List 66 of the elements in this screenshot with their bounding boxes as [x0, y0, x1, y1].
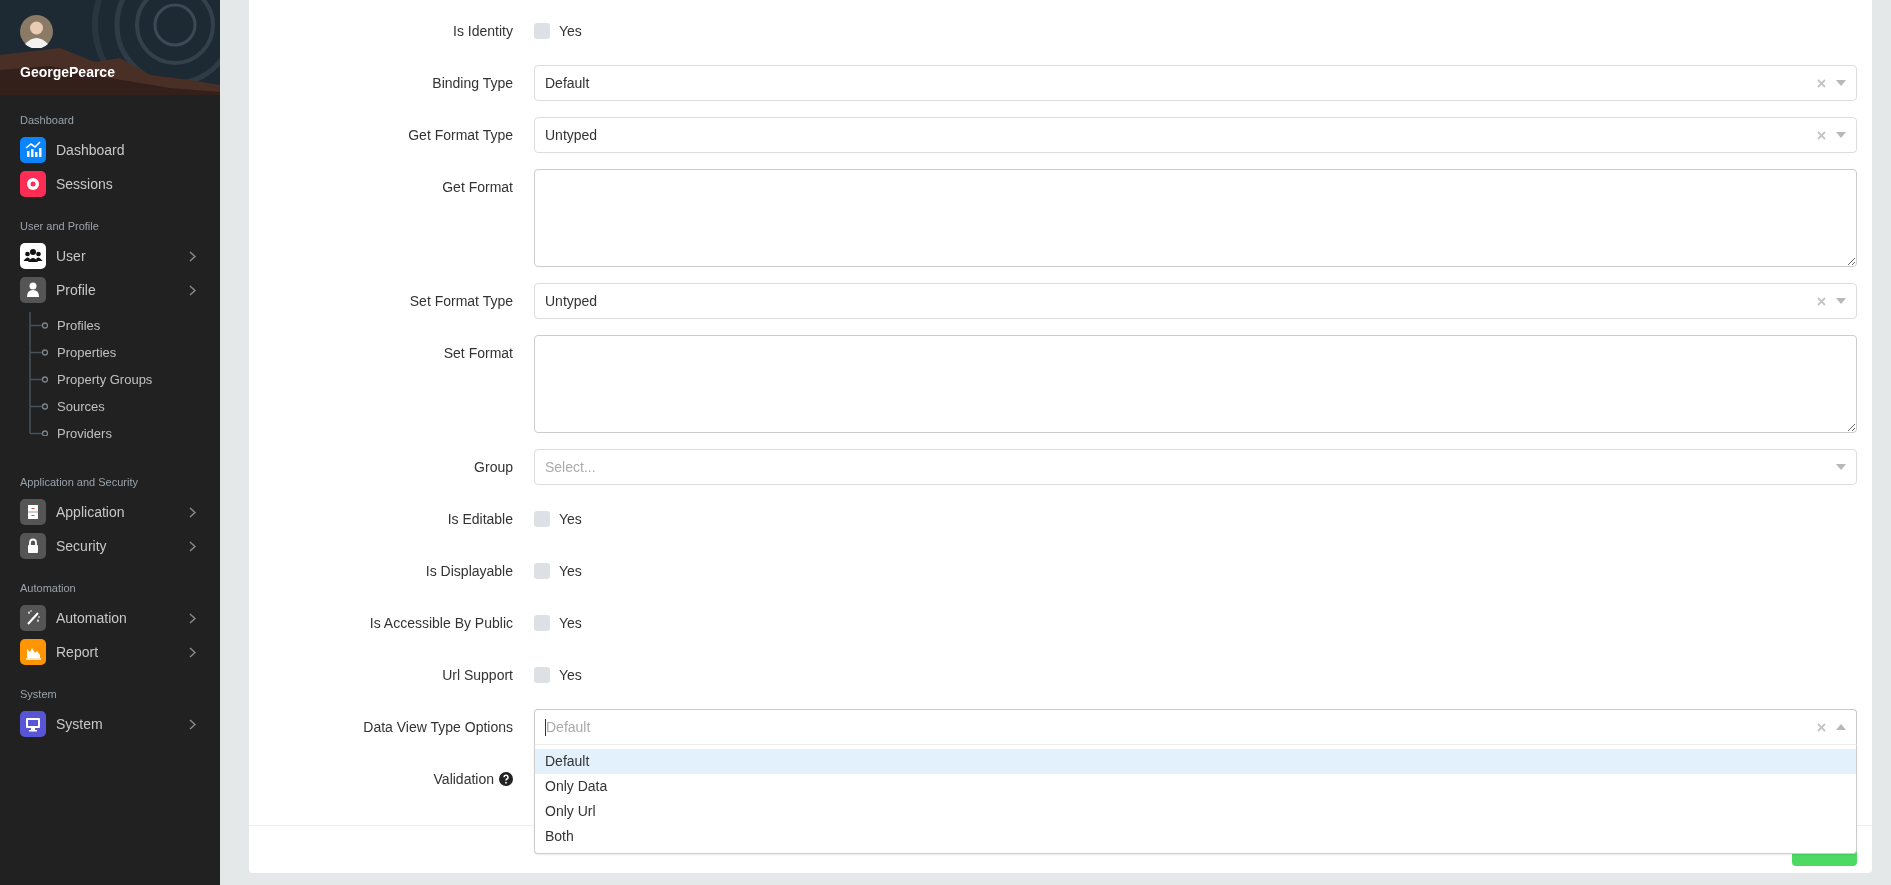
select-field[interactable]: Untyped: [534, 283, 1857, 319]
text-area[interactable]: [534, 169, 1857, 267]
avatar: [20, 15, 53, 48]
checkbox[interactable]: [534, 511, 550, 527]
dropdown-option[interactable]: Only Url: [535, 799, 1856, 824]
tree-connector: [29, 339, 48, 366]
field-label: Set Format Type: [409, 291, 513, 311]
sidebar-item[interactable]: Dashboard: [0, 133, 220, 167]
field-label: Set Format: [443, 343, 513, 363]
field-label: Group: [474, 457, 513, 477]
clear-icon[interactable]: [1817, 722, 1826, 732]
text-cursor: [545, 718, 546, 736]
clear-icon[interactable]: [1817, 296, 1826, 306]
dropdown-option[interactable]: Both: [535, 824, 1856, 849]
clear-icon[interactable]: [1817, 78, 1826, 88]
field-label: Data View Type Options: [363, 717, 513, 737]
tree-connector: [29, 312, 48, 339]
field-label: Is Displayable: [425, 561, 513, 581]
select-field[interactable]: Untyped: [534, 117, 1857, 153]
checkbox-label[interactable]: Yes: [559, 560, 582, 582]
section-title: User and Profile: [19, 219, 100, 233]
checkbox[interactable]: [534, 615, 550, 631]
field-label: Get Format: [442, 177, 513, 197]
checkbox-label[interactable]: Yes: [559, 20, 582, 42]
caret-down-icon[interactable]: [1836, 80, 1846, 86]
checkbox[interactable]: [534, 23, 550, 39]
section-title: System: [19, 687, 58, 701]
sidebar-item[interactable]: Profile: [0, 273, 220, 307]
caret-up-icon[interactable]: [1836, 724, 1846, 730]
submenu-item[interactable]: Sources: [57, 396, 105, 417]
checkbox[interactable]: [534, 667, 550, 683]
section-title: Automation: [19, 581, 77, 595]
field-label: Validation: [433, 769, 494, 789]
field-label: Get Format Type: [408, 125, 513, 145]
caret-down-icon[interactable]: [1836, 464, 1846, 470]
sidebar-item[interactable]: System: [0, 707, 220, 741]
text-area[interactable]: [534, 335, 1857, 433]
checkbox-label[interactable]: Yes: [559, 508, 582, 530]
dropdown-option[interactable]: Default: [535, 749, 1856, 774]
select-field[interactable]: Default: [534, 65, 1857, 101]
sidebar-item[interactable]: Report: [0, 635, 220, 669]
dropdown-option[interactable]: Only Data: [535, 774, 1856, 799]
section-title: Dashboard: [19, 113, 75, 127]
clear-icon[interactable]: [1817, 130, 1826, 140]
field-label: Is Identity: [453, 21, 513, 41]
checkbox[interactable]: [534, 563, 550, 579]
sidebar-item[interactable]: Automation: [0, 601, 220, 635]
submenu-item[interactable]: Profiles: [57, 315, 101, 336]
submenu-item[interactable]: Providers: [57, 423, 112, 444]
caret-down-icon[interactable]: [1836, 132, 1846, 138]
section-title: Application and Security: [19, 475, 139, 489]
checkbox-label[interactable]: Yes: [559, 664, 582, 686]
sidebar-item[interactable]: Sessions: [0, 167, 220, 201]
caret-down-icon[interactable]: [1836, 298, 1846, 304]
field-label: Is Editable: [447, 509, 513, 529]
tree-connector: [29, 366, 48, 393]
field-label: Binding Type: [432, 73, 513, 93]
sidebar-item[interactable]: Application: [0, 495, 220, 529]
checkbox-label[interactable]: Yes: [559, 612, 582, 634]
submenu-item[interactable]: Property Groups: [57, 369, 153, 390]
field-label: Is Accessible By Public: [369, 613, 513, 633]
field-label: Url Support: [442, 665, 513, 685]
sidebar-item[interactable]: User: [0, 239, 220, 273]
sidebar-item[interactable]: Security: [0, 529, 220, 563]
user-name: GeorgePearce: [20, 63, 115, 82]
submenu-item[interactable]: Properties: [57, 342, 117, 363]
